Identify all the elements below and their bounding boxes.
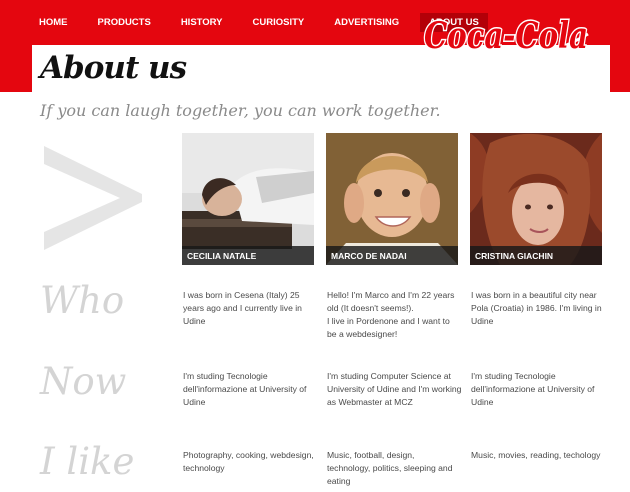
nav-history[interactable]: HISTORY xyxy=(172,13,232,32)
page-title: About us xyxy=(40,50,187,86)
team-card-cecilia[interactable]: CECILIA NATALE xyxy=(182,133,314,265)
chevron-decoration-icon xyxy=(44,146,142,250)
team-name-cecilia: CECILIA NATALE xyxy=(182,246,314,265)
now-cristina-text: I'm studing Tecnologie dell'informazione… xyxy=(471,371,595,407)
nav-products[interactable]: PRODUCTS xyxy=(89,13,160,32)
now-cecilia-text: I'm studing Tecnologie dell'informazione… xyxy=(183,371,307,407)
coca-cola-logo[interactable]: Coca-Cola xyxy=(420,10,592,68)
nav-curiosity[interactable]: CURIOSITY xyxy=(244,13,314,32)
like-cecilia-text: Photography, cooking, webdesign, technol… xyxy=(183,450,314,473)
row-label-who: Who xyxy=(40,279,125,322)
now-marco-text: I'm studing Computer Science at Universi… xyxy=(327,371,462,407)
who-marco-text: Hello! I'm Marco and I'm 22 years old (I… xyxy=(327,290,455,339)
team-name-cristina: CRISTINA GIACHIN xyxy=(470,246,602,265)
svg-text:Coca-Cola: Coca-Cola xyxy=(424,15,588,57)
tagline: If you can laugh together, you can work … xyxy=(40,101,441,120)
row-label-i-like: I like xyxy=(40,440,135,483)
like-marco-text: Music, football, design, technology, pol… xyxy=(327,450,453,486)
who-cecilia-text: I was born in Cesena (Italy) 25 years ag… xyxy=(183,290,302,326)
row-label-now: Now xyxy=(40,360,127,403)
nav-home[interactable]: HOME xyxy=(30,13,77,32)
nav-advertising[interactable]: ADVERTISING xyxy=(325,13,408,32)
like-cristina-text: Music, movies, reading, techology xyxy=(471,450,601,460)
team-card-marco[interactable]: MARCO DE NADAI xyxy=(326,133,458,265)
team-card-cristina[interactable]: CRISTINA GIACHIN xyxy=(470,133,602,265)
who-cristina-text: I was born in a beautiful city near Pola… xyxy=(471,290,602,326)
team-name-marco: MARCO DE NADAI xyxy=(326,246,458,265)
